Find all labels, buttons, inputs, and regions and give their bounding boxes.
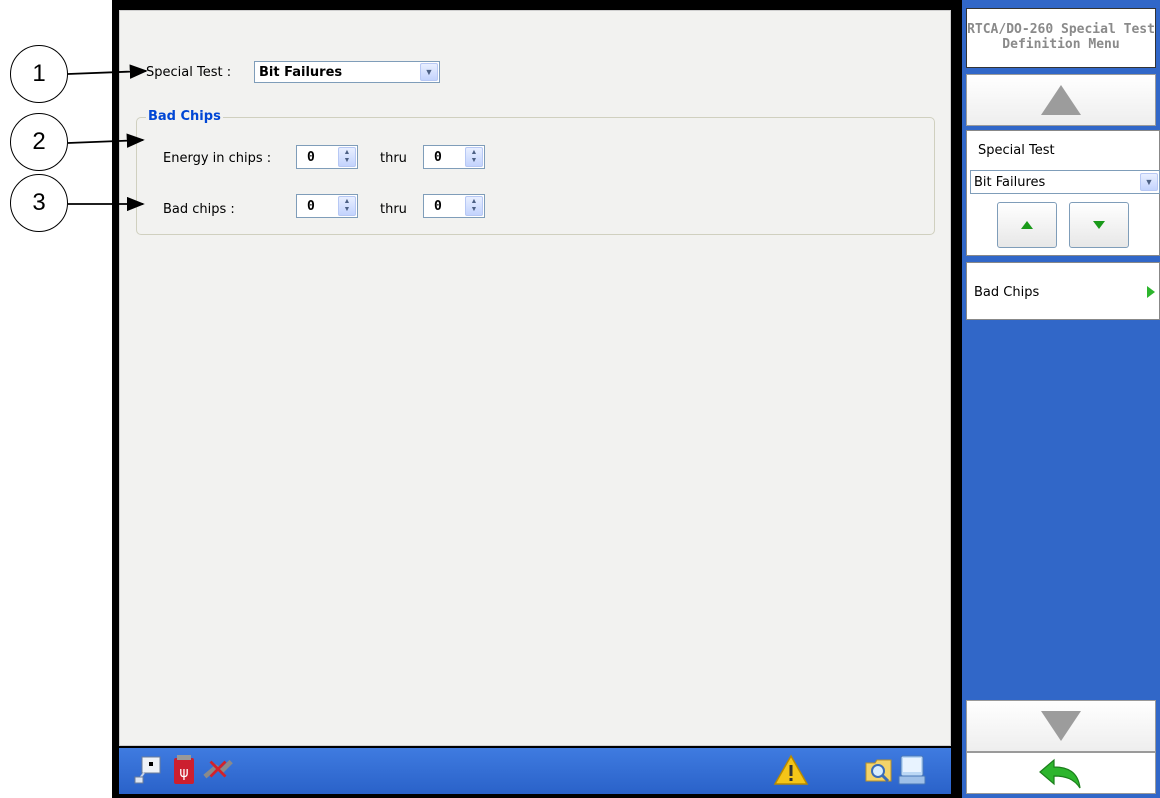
energy-in-chips-label: Energy in chips : <box>163 151 272 166</box>
file-browser-icon[interactable] <box>864 754 894 786</box>
bad-to-spinner[interactable]: 0 ▲ ▼ <box>423 194 485 218</box>
up-down-arrows-icon[interactable]: ▲ ▼ <box>338 147 356 167</box>
network-icon[interactable] <box>133 754 163 786</box>
green-down-arrow-icon <box>1093 221 1105 229</box>
svg-text:ψ: ψ <box>179 765 188 781</box>
up-down-arrows-icon[interactable]: ▲ ▼ <box>465 196 483 216</box>
green-up-arrow-icon <box>1021 221 1033 229</box>
keyboard-icon[interactable] <box>897 754 927 786</box>
back-button[interactable] <box>966 752 1156 794</box>
menu-title: RTCA/DO-260 Special Test Definition Menu <box>966 8 1156 68</box>
green-back-arrow-icon <box>1039 758 1081 789</box>
warning-icon[interactable] <box>771 754 811 786</box>
bad-chips-menu-label[interactable]: Bad Chips <box>974 285 1039 300</box>
bad-from-value[interactable]: 0 <box>297 199 338 214</box>
energy-from-spinner[interactable]: 0 ▲ ▼ <box>296 145 358 169</box>
special-test-label: Special Test : <box>146 65 232 80</box>
taskbar: ψ <box>119 748 951 794</box>
submenu-arrow-icon <box>1147 286 1155 298</box>
triangle-up-icon <box>1041 85 1081 115</box>
chevron-down-icon[interactable]: ▼ <box>420 63 438 81</box>
menu-special-test-select[interactable]: Bit Failures ▼ <box>970 170 1160 194</box>
callout-1: 1 <box>10 45 68 103</box>
bad-chips-groupbox <box>136 117 935 235</box>
bad-to-value[interactable]: 0 <box>424 199 465 214</box>
up-down-arrows-icon[interactable]: ▲ ▼ <box>465 147 483 167</box>
bad-from-spinner[interactable]: 0 ▲ ▼ <box>296 194 358 218</box>
up-down-arrows-icon[interactable]: ▲ ▼ <box>338 196 356 216</box>
energy-thru-label: thru <box>380 151 407 166</box>
special-test-value: Bit Failures <box>259 64 343 80</box>
disconnect-icon[interactable] <box>203 754 233 786</box>
special-test-select[interactable]: Bit Failures ▼ <box>254 61 440 83</box>
callout-3-label: 3 <box>32 189 46 216</box>
chevron-down-icon[interactable]: ▼ <box>1140 173 1158 191</box>
menu-special-test-value: Bit Failures <box>974 174 1046 190</box>
callout-1-label: 1 <box>32 60 46 87</box>
menu-special-test-label: Special Test <box>978 143 1055 158</box>
energy-from-value[interactable]: 0 <box>297 150 338 165</box>
bad-chips-label: Bad chips : <box>163 202 235 217</box>
callout-3: 3 <box>10 174 68 232</box>
triangle-down-icon <box>1041 711 1081 741</box>
menu-prev-button[interactable] <box>997 202 1057 248</box>
energy-to-spinner[interactable]: 0 ▲ ▼ <box>423 145 485 169</box>
menu-next-button[interactable] <box>1069 202 1129 248</box>
menu-scroll-up-button[interactable] <box>966 74 1156 126</box>
menu-scroll-down-button[interactable] <box>966 700 1156 752</box>
callout-2: 2 <box>10 113 68 171</box>
bad-chips-group-title: Bad Chips <box>146 109 223 124</box>
callout-2-label: 2 <box>32 128 46 155</box>
usb-icon[interactable]: ψ <box>169 754 199 786</box>
bad-thru-label: thru <box>380 202 407 217</box>
energy-to-value[interactable]: 0 <box>424 150 465 165</box>
